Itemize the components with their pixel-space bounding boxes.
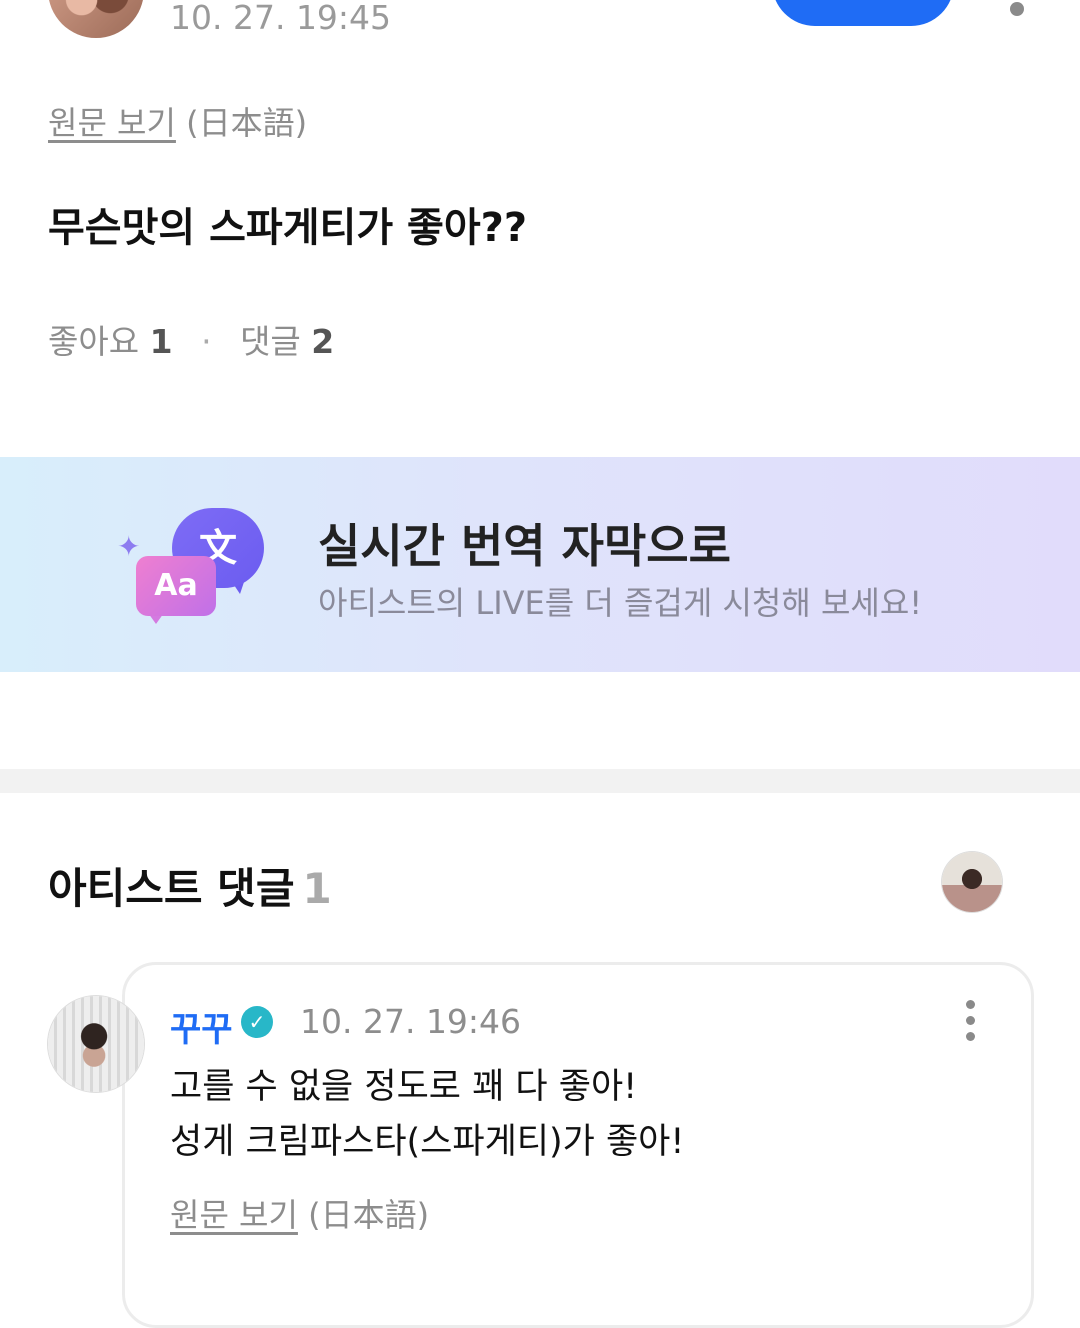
post-view-original[interactable]: 원문 보기 (日本語) bbox=[48, 98, 307, 144]
original-language: (日本語) bbox=[186, 104, 308, 142]
comment-author-name[interactable]: 꾸꾸 bbox=[170, 1002, 233, 1051]
comment-author-avatar[interactable] bbox=[48, 996, 144, 1092]
comment-time: 10. 27. 19:46 bbox=[300, 1002, 522, 1041]
section-divider bbox=[0, 769, 1080, 793]
post-text: 무슨맛의 스파게티가 좋아?? bbox=[48, 205, 528, 251]
sparkle-icon: ✦ bbox=[117, 530, 141, 563]
comments-count: 2 bbox=[311, 322, 335, 361]
artist-comments-title: 아티스트 댓글 1 bbox=[48, 855, 332, 916]
banner-title: 실시간 번역 자막으로 bbox=[318, 519, 731, 573]
comment-text: 고를 수 없을 정도로 꽤 다 좋아! 성게 크림파스타(스파게티)가 좋아! bbox=[170, 1060, 684, 1170]
post-more-icon[interactable] bbox=[1010, 2, 1024, 16]
banner-subtitle: 아티스트의 LIVE를 더 즐겁게 시청해 보세요! bbox=[318, 584, 923, 622]
translate-aa-icon: Aa bbox=[136, 556, 216, 616]
comment-line: 성게 크림파스타(스파게티)가 좋아! bbox=[170, 1122, 685, 1162]
comment-more-icon[interactable] bbox=[962, 1000, 978, 1048]
original-language: (日本語) bbox=[308, 1196, 430, 1234]
artist-avatar[interactable] bbox=[942, 852, 1002, 912]
comments-label[interactable]: 댓글 bbox=[240, 322, 301, 361]
comment-view-original[interactable]: 원문 보기 (日本語) bbox=[170, 1190, 429, 1236]
likes-label[interactable]: 좋아요 bbox=[48, 322, 139, 361]
separator-dot: · bbox=[201, 322, 212, 361]
verified-badge-icon: ✓ bbox=[241, 1006, 273, 1038]
post-stats: 좋아요 1 · 댓글 2 bbox=[48, 315, 334, 363]
follow-button[interactable] bbox=[772, 0, 954, 26]
view-original-link[interactable]: 원문 보기 bbox=[48, 104, 176, 142]
comment-line: 고를 수 없을 정도로 꽤 다 좋아! bbox=[170, 1067, 638, 1107]
likes-count: 1 bbox=[149, 322, 173, 361]
view-original-link[interactable]: 원문 보기 bbox=[170, 1196, 298, 1234]
post-time: 10. 27. 19:45 bbox=[170, 0, 392, 37]
artist-comments-label: 아티스트 댓글 bbox=[48, 864, 295, 913]
post-author-avatar[interactable] bbox=[48, 0, 144, 38]
artist-comments-count: 1 bbox=[302, 864, 332, 913]
